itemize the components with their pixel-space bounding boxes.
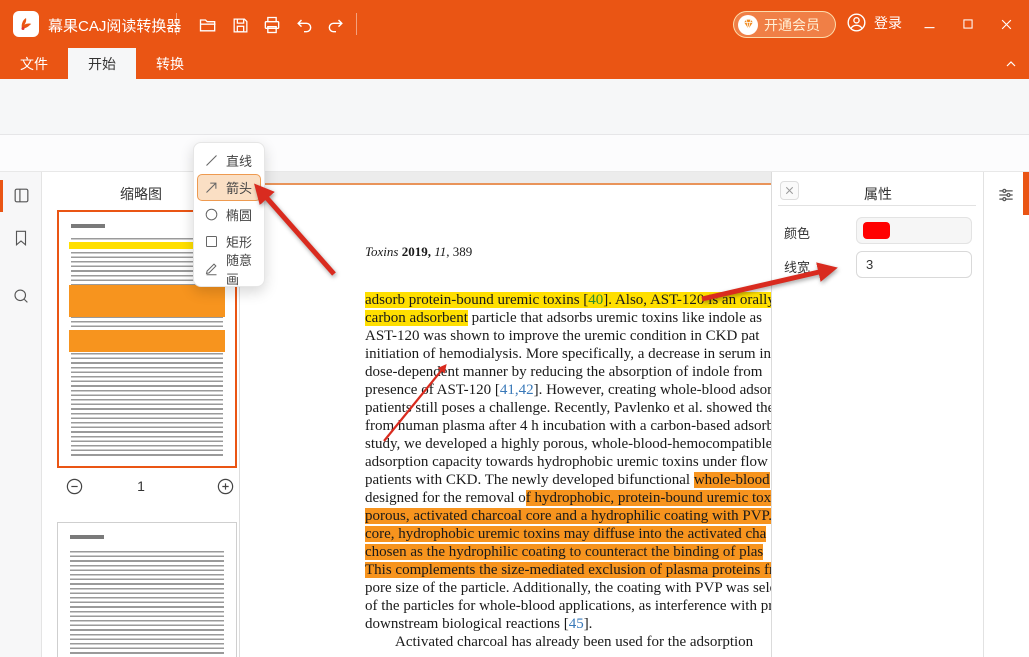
maximize-icon[interactable]	[955, 12, 981, 36]
color-label: 颜色	[784, 223, 810, 242]
shape-menu-label: 椭圆	[226, 205, 252, 224]
page-thumbnail-2[interactable]	[57, 522, 237, 657]
document-running-head: Toxins 2019, 11, 389	[365, 244, 472, 260]
properties-toggle-icon[interactable]	[996, 185, 1016, 205]
document-text-line: of the particles for whole-blood applica…	[365, 597, 771, 615]
line-width-input[interactable]: 3	[856, 251, 972, 278]
freehand-pen-icon	[204, 261, 219, 276]
document-text-line: AST-120 was shown to improve the uremic …	[365, 327, 771, 345]
document-text-line: pore size of the particle. Additionally,…	[365, 579, 771, 597]
rectangle-icon	[204, 234, 219, 249]
shape-menu-item-arrow[interactable]: 箭头	[197, 174, 261, 201]
print-icon[interactable]	[260, 13, 284, 37]
document-text-line: Activated charcoal has already been used…	[365, 633, 771, 651]
page-top-border	[247, 183, 771, 185]
document-text-line: core, hydrophobic uremic toxins may diff…	[365, 525, 771, 543]
document-text-line: porous, activated charcoal core and a hy…	[365, 507, 771, 525]
journal-name: Toxins	[365, 244, 398, 259]
login-label: 登录	[874, 13, 902, 33]
shape-menu-item-line[interactable]: 直线	[197, 147, 261, 174]
document-text-line: This complements the size-mediated exclu…	[365, 561, 771, 579]
minimize-icon[interactable]	[916, 12, 942, 36]
thumbnail-text	[71, 224, 105, 228]
menu-tab-convert[interactable]: 转换	[136, 48, 204, 79]
shape-menu-item-ellipse[interactable]: 椭圆	[197, 201, 261, 228]
journal-page: , 389	[446, 244, 472, 259]
thumbnail-page-number: 1	[42, 478, 240, 494]
app-title: 幕果CAJ阅读转换器	[48, 15, 181, 36]
line-icon	[204, 153, 219, 168]
toolbar: 手型 选择 编辑文字 编辑图片 插入形状 插入注释	[0, 79, 1029, 135]
divider	[356, 13, 357, 35]
open-file-icon[interactable]	[196, 13, 220, 37]
document-tab-strip: Auslogics-BoostSp	[0, 135, 1029, 172]
document-text-line: dose-dependent manner by reducing the ab…	[365, 363, 771, 381]
document-text-line: designed for the removal of hydrophobic,…	[365, 489, 771, 507]
login-button[interactable]: 登录	[846, 12, 902, 33]
document-text-line: patients still poses a challenge. Recent…	[365, 399, 771, 417]
color-swatch	[863, 222, 890, 239]
thumbnail-text	[70, 551, 224, 657]
viewer-background	[240, 172, 771, 183]
redo-icon[interactable]	[324, 13, 348, 37]
document-text-line: from human plasma after 4 h incubation w…	[365, 417, 771, 435]
color-picker-field[interactable]	[856, 217, 972, 244]
menu-bar: 文件 开始 转换	[0, 48, 1029, 79]
menu-tab-home[interactable]: 开始	[68, 48, 136, 79]
ellipse-icon	[204, 207, 219, 222]
document-text-line: patients with CKD. The newly developed b…	[365, 471, 771, 489]
shape-menu-label: 直线	[226, 151, 252, 170]
thumbnail-highlight	[69, 285, 225, 317]
title-bar: 幕果CAJ阅读转换器 开通会员 登录	[0, 0, 1029, 48]
left-icon-strip	[0, 172, 42, 657]
document-text-line: presence of AST-120 [41,42]. However, cr…	[365, 381, 771, 399]
vip-upgrade-button[interactable]: 开通会员	[733, 11, 836, 38]
shape-menu-label: 随意画	[226, 250, 254, 288]
line-width-label: 线宽	[784, 257, 810, 276]
thumbnail-highlight	[69, 330, 225, 352]
app-window: 幕果CAJ阅读转换器 开通会员 登录	[0, 0, 1029, 657]
document-text-line: adsorption capacity towards hydrophobic …	[365, 453, 771, 471]
document-lines: adsorb protein-bound uremic toxins [40].…	[365, 291, 771, 651]
document-text-line: chosen as the hydrophilic coating to cou…	[365, 543, 771, 561]
shape-menu-item-freehand[interactable]: 随意画	[197, 255, 261, 282]
shape-menu-label: 箭头	[226, 178, 252, 197]
divider	[778, 205, 976, 206]
collapse-ribbon-icon[interactable]	[1000, 53, 1022, 75]
document-text-line: carbon adsorbent particle that adsorbs u…	[365, 309, 771, 327]
right-icon-strip	[983, 172, 1029, 657]
properties-panel-title: 属性	[772, 184, 984, 204]
divider	[176, 13, 177, 35]
document-text-line: initiation of hemodialysis. More specifi…	[365, 345, 771, 363]
properties-panel: 属性 颜色 线宽 3	[771, 172, 983, 657]
thumbnails-panel-icon[interactable]	[11, 185, 31, 205]
user-avatar-icon	[846, 12, 867, 33]
arrow-ne-icon	[204, 180, 219, 195]
bookmarks-panel-icon[interactable]	[11, 228, 31, 248]
thumbnail-zoom-in-icon[interactable]	[215, 476, 235, 496]
close-window-icon[interactable]	[993, 12, 1019, 36]
line-width-value: 3	[866, 257, 873, 272]
vip-gem-icon	[738, 15, 758, 35]
menu-tab-file[interactable]: 文件	[0, 48, 68, 79]
document-text-line: study, we developed a highly porous, who…	[365, 435, 771, 453]
search-panel-icon[interactable]	[11, 286, 31, 306]
vip-upgrade-label: 开通会员	[764, 15, 820, 35]
undo-icon[interactable]	[292, 13, 316, 37]
active-panel-indicator	[0, 180, 3, 212]
shape-menu: 直线 箭头 椭圆 矩形 随意画	[193, 142, 265, 287]
thumbnail-text	[70, 535, 104, 539]
journal-year: 2019,	[398, 244, 434, 259]
document-text-line: adsorb protein-bound uremic toxins [40].…	[365, 291, 771, 309]
shape-menu-label: 矩形	[226, 232, 252, 251]
active-panel-indicator	[1023, 172, 1029, 215]
save-icon[interactable]	[228, 13, 252, 37]
document-view[interactable]: Toxins 2019, 11, 389 adsorb protein-boun…	[240, 172, 771, 657]
app-logo-icon	[13, 11, 39, 37]
journal-volume: 11	[434, 244, 446, 259]
document-text-line: downstream biological reactions [45].	[365, 615, 771, 633]
